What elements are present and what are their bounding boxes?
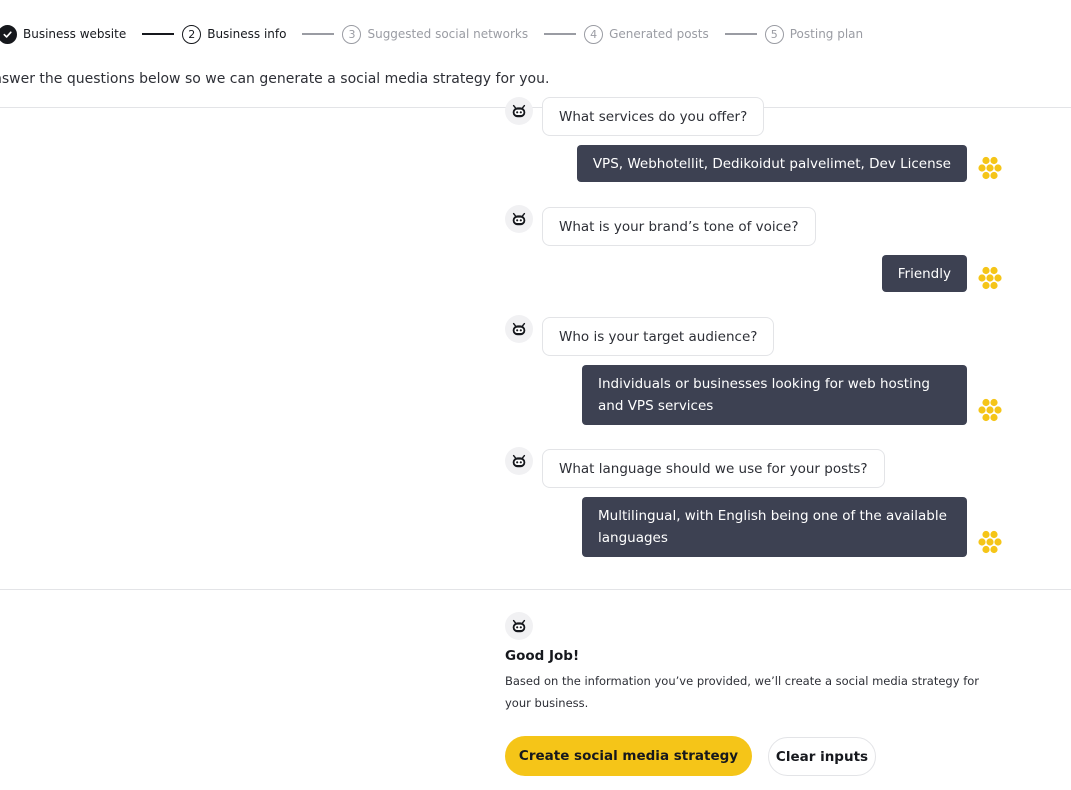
user-answer: Individuals or businesses looking for we… xyxy=(582,365,967,425)
honeycomb-icon xyxy=(978,156,1002,180)
robot-face-icon xyxy=(505,447,533,475)
robot-face-icon xyxy=(505,315,533,343)
honeycomb-icon xyxy=(978,398,1002,422)
robot-face-icon xyxy=(505,612,533,640)
honeycomb-icon xyxy=(978,530,1002,554)
clear-inputs-button[interactable]: Clear inputs xyxy=(768,737,876,776)
divider xyxy=(0,589,1071,590)
robot-face-icon xyxy=(505,205,533,233)
user-answer: Multilingual, with English being one of … xyxy=(582,497,967,557)
completion-title: Good Job! xyxy=(505,648,580,664)
bot-question: What services do you offer? xyxy=(542,97,765,136)
bot-question: What language should we use for your pos… xyxy=(542,449,885,488)
bot-question: What is your brand’s tone of voice? xyxy=(542,207,816,246)
bot-question: Who is your target audience? xyxy=(542,317,775,356)
create-strategy-button[interactable]: Create social media strategy xyxy=(505,736,752,776)
robot-face-icon xyxy=(505,97,533,125)
user-answer: VPS, Webhotellit, Dedikoidut palvelimet,… xyxy=(576,145,967,182)
user-answer: Friendly xyxy=(881,255,967,292)
honeycomb-icon xyxy=(978,266,1002,290)
completion-text: Based on the information you’ve provided… xyxy=(505,674,980,710)
